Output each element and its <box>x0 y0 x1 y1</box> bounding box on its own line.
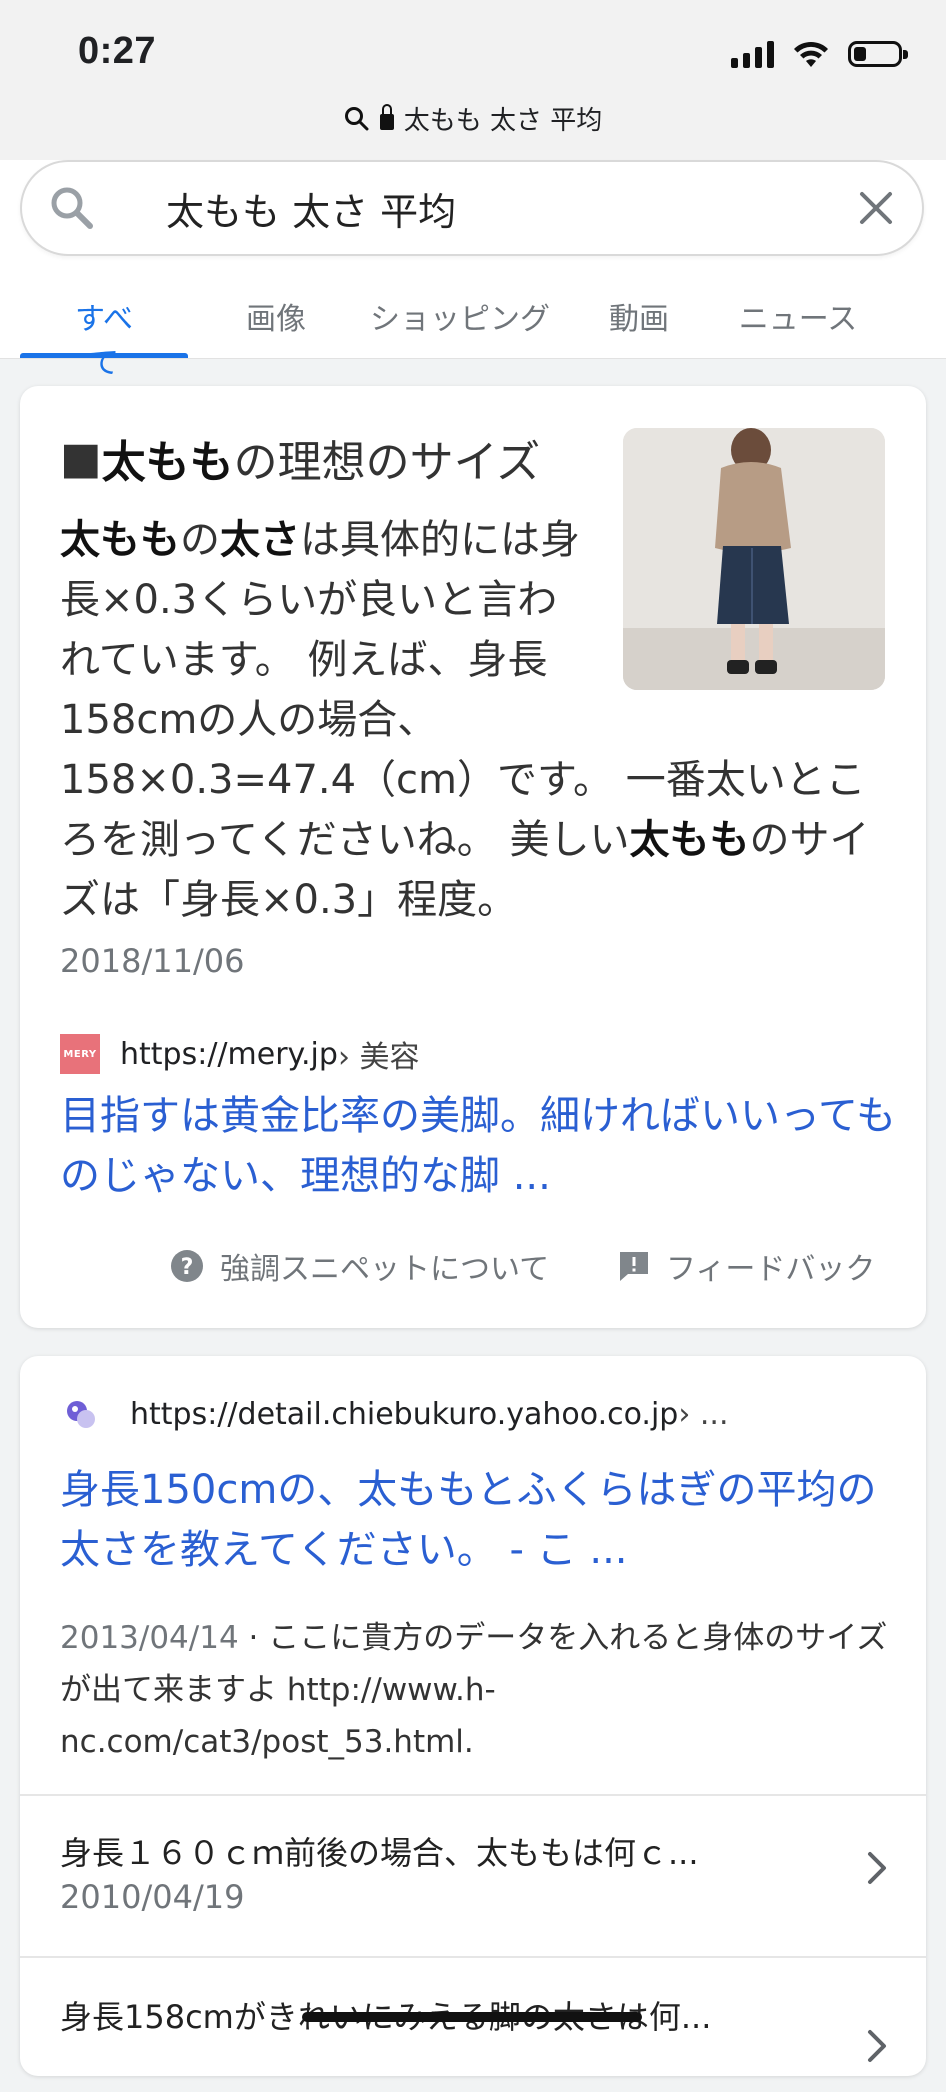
search-header: すべて 画像 ショッピング 動画 ニュース <box>0 160 946 381</box>
search-icon <box>344 106 369 130</box>
status-icons <box>731 34 908 74</box>
result-card: https://detail.chiebukuro.yahoo.co.jp › … <box>20 1356 926 2076</box>
snippet-source[interactable]: MERY https://mery.jp › 美容 <box>60 1032 420 1076</box>
feedback-button[interactable]: フィードバック <box>618 1244 875 1288</box>
snippet-date: 2018/11/06 <box>60 942 245 980</box>
status-bar: 0:27 太もも 太さ 平均 <box>0 0 946 161</box>
feedback-label: フィードバック <box>666 1252 876 1287</box>
snippet-result-link[interactable]: 目指すは黄金比率の美脚。細ければいいってものじゃない、理想的な脚 ... <box>60 1086 900 1206</box>
result-description: 2013/04/14 · ここに貴方のデータを入れると身体のサイズが出て来ますよ… <box>60 1612 890 1768</box>
search-icon[interactable] <box>48 184 118 232</box>
help-icon: ? <box>171 1250 203 1282</box>
source-breadcrumb: › 美容 <box>337 1040 420 1075</box>
heading-bullet: ■ <box>60 432 102 484</box>
heading-bold: 太もも <box>101 437 234 488</box>
mery-favicon-icon: MERY <box>60 1034 100 1074</box>
sub-result-date: 2010/04/19 <box>60 1878 245 1916</box>
status-time: 0:27 <box>78 30 157 72</box>
sub-result-row[interactable]: 身長１６０ｃｍ前後の場合、太ももは何ｃ... 2010/04/19 <box>60 1808 896 1928</box>
url-text: 太もも 太さ 平均 <box>403 106 603 136</box>
result-source[interactable]: https://detail.chiebukuro.yahoo.co.jp › … <box>60 1394 729 1434</box>
tab-shopping[interactable]: ショッピング <box>370 280 550 358</box>
source-url: https://mery.jp <box>120 1036 338 1072</box>
tab-images[interactable]: 画像 <box>230 280 322 358</box>
snippet-bold: 太さ <box>220 517 300 563</box>
result-date: 2013/04/14 <box>60 1620 239 1656</box>
signal-icon <box>731 40 774 68</box>
snippet-heading: ■ 太もも の理想のサイズ <box>60 426 540 490</box>
about-snippet-label: 強調スニペットについて <box>220 1252 550 1287</box>
result-link[interactable]: 身長150cmの、太ももとふくらはぎの平均の太さを教えてください。 - こ ..… <box>60 1460 900 1580</box>
search-box[interactable] <box>20 160 924 256</box>
search-input[interactable] <box>164 185 848 231</box>
featured-snippet-card: ■ 太もも の理想のサイズ 太ももの太さは具体的には身長×0.3くらいが良いと言われ… <box>20 386 926 1328</box>
tab-videos[interactable]: 動画 <box>608 280 670 358</box>
feedback-icon <box>620 1252 648 1281</box>
snippet-text-part: の <box>180 517 220 563</box>
divider <box>20 1794 926 1796</box>
url-bar[interactable]: 太もも 太さ 平均 <box>0 100 946 137</box>
snippet-bold: 太もも <box>629 817 750 863</box>
about-snippet-button[interactable]: ? 強調スニペットについて <box>170 1244 549 1288</box>
sub-result-row[interactable]: 身長158cmがきれいにみえる脚の太さは何... <box>60 1972 896 2092</box>
wifi-icon <box>794 41 828 67</box>
snippet-text: 太ももの太さは具体的には身長×0.3くらいが良いと言われています。 例えば、身長… <box>60 510 890 930</box>
battery-icon <box>848 41 908 67</box>
home-indicator[interactable] <box>302 2012 642 2022</box>
chevron-right-icon <box>868 2030 886 2062</box>
tab-all[interactable]: すべて <box>20 280 188 381</box>
snippet-bold: 太もも <box>60 517 180 563</box>
clear-icon[interactable] <box>848 180 904 236</box>
sub-result-title: 身長１６０ｃｍ前後の場合、太ももは何ｃ... <box>60 1834 699 1872</box>
lock-icon <box>379 103 394 130</box>
svg-text:?: ? <box>181 1255 194 1280</box>
source-breadcrumb: › ... <box>678 1396 729 1432</box>
heading-rest: の理想のサイズ <box>233 437 541 488</box>
search-tabs: すべて 画像 ショッピング 動画 ニュース <box>0 280 946 381</box>
tab-news[interactable]: ニュース <box>738 280 858 358</box>
chevron-right-icon <box>868 1852 886 1884</box>
chiebukuro-favicon-icon <box>67 1401 95 1428</box>
divider <box>20 1956 926 1958</box>
source-url: https://detail.chiebukuro.yahoo.co.jp <box>130 1396 679 1432</box>
